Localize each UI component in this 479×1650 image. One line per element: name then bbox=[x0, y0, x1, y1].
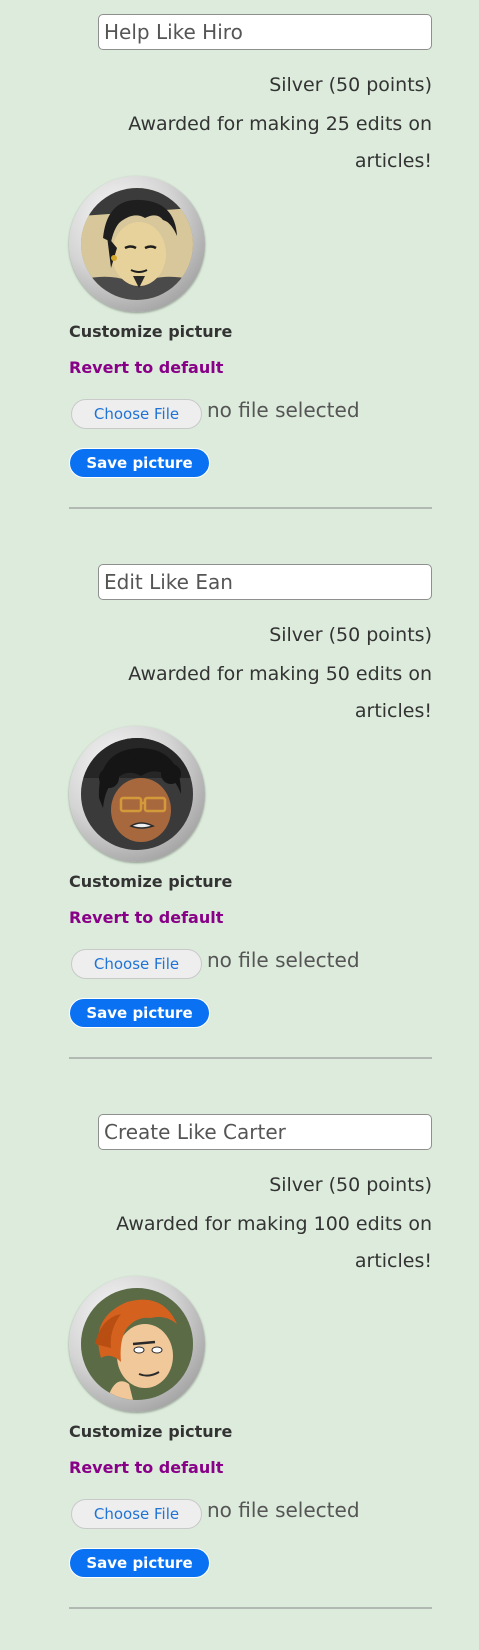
badge-section: Silver (50 points) Awarded for making 50… bbox=[0, 550, 479, 1100]
badge-portrait bbox=[81, 738, 193, 850]
choose-file-button[interactable]: Choose File bbox=[71, 399, 202, 429]
badge-level: Silver (50 points) bbox=[269, 624, 432, 646]
save-picture-button[interactable]: Save picture bbox=[69, 448, 210, 478]
badge-portrait bbox=[81, 188, 193, 300]
portrait-drawing bbox=[81, 738, 193, 850]
choose-file-button[interactable]: Choose File bbox=[71, 949, 202, 979]
file-status-text: no file selected bbox=[207, 398, 360, 422]
badge-portrait bbox=[81, 1288, 193, 1400]
file-status-text: no file selected bbox=[207, 1498, 360, 1522]
portrait-drawing bbox=[81, 188, 193, 300]
badge-section: Silver (50 points) Awarded for making 25… bbox=[0, 0, 479, 550]
badge-image bbox=[69, 176, 205, 312]
badge-section: Silver (50 points) Awarded for making 10… bbox=[0, 1100, 479, 1650]
revert-to-default-link[interactable]: Revert to default bbox=[69, 908, 223, 927]
badge-name-input[interactable] bbox=[98, 564, 432, 600]
badge-description: Awarded for making 25 edits on articles! bbox=[128, 113, 432, 172]
save-picture-button[interactable]: Save picture bbox=[69, 1548, 210, 1578]
badge-description: Awarded for making 100 edits on articles… bbox=[116, 1213, 432, 1272]
customize-picture-label: Customize picture bbox=[69, 872, 233, 891]
save-picture-button[interactable]: Save picture bbox=[69, 998, 210, 1028]
customize-picture-label: Customize picture bbox=[69, 1422, 233, 1441]
badge-name-input[interactable] bbox=[98, 14, 432, 50]
customize-picture-label: Customize picture bbox=[69, 322, 233, 341]
portrait-drawing bbox=[81, 1288, 193, 1400]
revert-to-default-link[interactable]: Revert to default bbox=[69, 358, 223, 377]
badge-description: Awarded for making 50 edits on articles! bbox=[128, 663, 432, 722]
section-divider bbox=[69, 1057, 432, 1059]
section-divider bbox=[69, 507, 432, 509]
badge-image bbox=[69, 726, 205, 862]
badge-level: Silver (50 points) bbox=[269, 1174, 432, 1196]
badge-image bbox=[69, 1276, 205, 1412]
section-divider bbox=[69, 1607, 432, 1609]
choose-file-button[interactable]: Choose File bbox=[71, 1499, 202, 1529]
badge-level: Silver (50 points) bbox=[269, 74, 432, 96]
file-status-text: no file selected bbox=[207, 948, 360, 972]
badge-name-input[interactable] bbox=[98, 1114, 432, 1150]
revert-to-default-link[interactable]: Revert to default bbox=[69, 1458, 223, 1477]
